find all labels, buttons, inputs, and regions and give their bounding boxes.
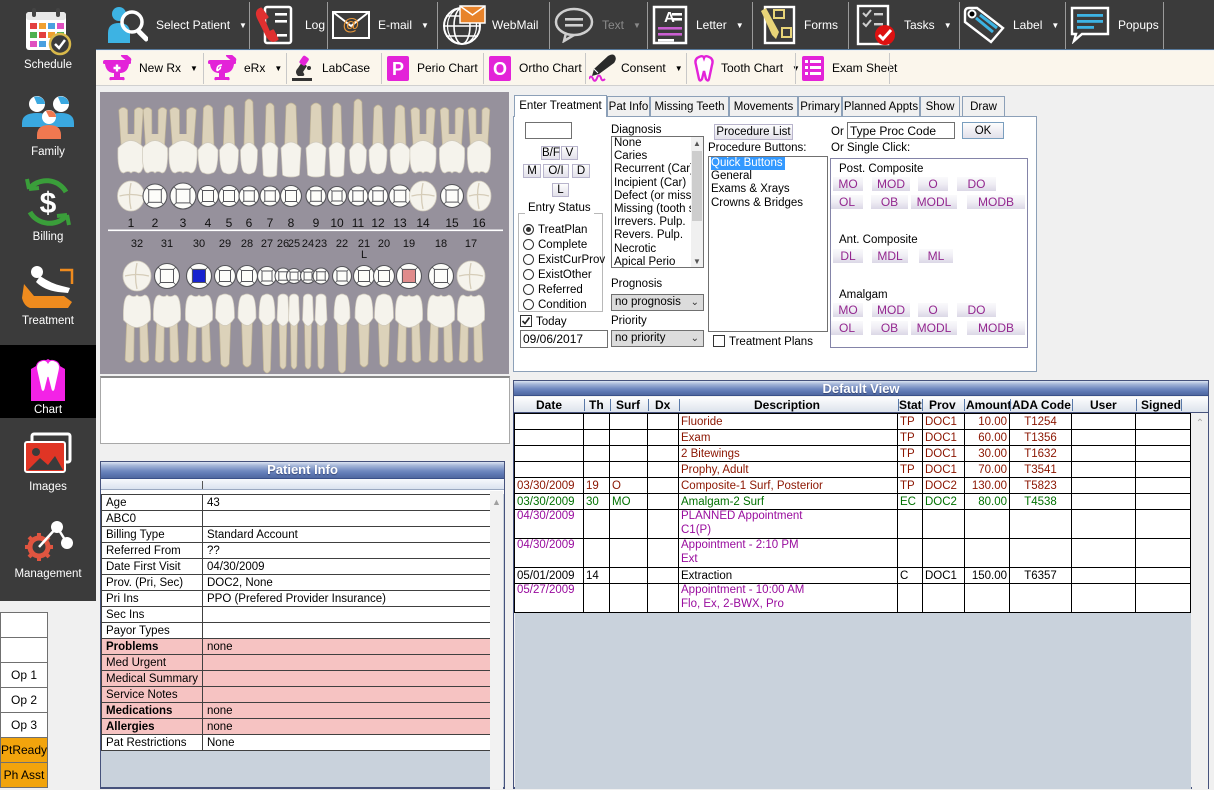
svg-text:29: 29 [219, 238, 231, 250]
svg-text:20: 20 [378, 238, 390, 250]
svg-text:7: 7 [267, 216, 274, 230]
svg-text:23: 23 [315, 238, 327, 250]
svg-text:18: 18 [435, 238, 447, 250]
svg-text:30: 30 [193, 238, 205, 250]
svg-text:27: 27 [261, 238, 273, 250]
svg-text:17: 17 [465, 238, 477, 250]
svg-text:5: 5 [226, 216, 233, 230]
svg-text:A: A [664, 9, 675, 26]
svg-text:9: 9 [313, 216, 320, 230]
svg-text:8: 8 [288, 216, 295, 230]
svg-text:P: P [392, 59, 404, 79]
svg-text:32: 32 [131, 238, 143, 250]
svg-text:31: 31 [161, 238, 173, 250]
svg-text:13: 13 [393, 216, 407, 230]
svg-text:@: @ [342, 15, 359, 34]
svg-text:28: 28 [241, 238, 253, 250]
svg-text:19: 19 [403, 238, 415, 250]
svg-text:16: 16 [472, 216, 486, 230]
svg-text:1: 1 [128, 216, 135, 230]
svg-text:22: 22 [336, 238, 348, 250]
svg-text:$: $ [40, 187, 57, 220]
svg-text:O: O [493, 59, 507, 79]
svg-text:L: L [361, 249, 367, 261]
svg-text:25: 25 [288, 238, 300, 250]
svg-text:11: 11 [352, 216, 365, 230]
svg-text:24: 24 [302, 238, 314, 250]
svg-text:6: 6 [246, 216, 253, 230]
svg-text:2: 2 [152, 216, 159, 230]
svg-text:4: 4 [205, 216, 212, 230]
svg-text:10: 10 [330, 216, 344, 230]
svg-text:14: 14 [416, 216, 430, 230]
svg-text:3: 3 [180, 216, 187, 230]
svg-text:12: 12 [371, 216, 385, 230]
svg-text:15: 15 [445, 216, 459, 230]
